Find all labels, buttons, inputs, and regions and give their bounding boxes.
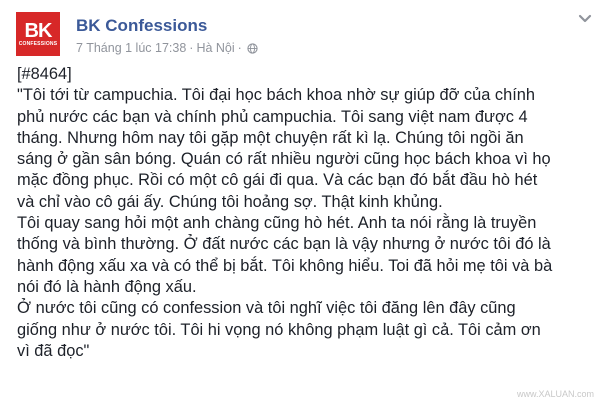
- logo-mark: BK: [24, 19, 53, 42]
- post-line: mặc đồng phục. Rồi có một cô gái đi qua.…: [17, 171, 538, 190]
- facebook-post: BK CONFESSIONS BK Confessions 7 Tháng 1 …: [0, 0, 600, 401]
- meta-separator: ·: [189, 41, 194, 55]
- page-name-link[interactable]: BK Confessions: [76, 16, 207, 36]
- post-line: hành động xấu xa và có thể bị bắt. Tôi k…: [17, 256, 553, 275]
- post-timestamp[interactable]: 7 Tháng 1 lúc 17:38: [76, 41, 186, 55]
- post-line: Tôi quay sang hỏi một anh chàng cũng hò …: [17, 214, 537, 233]
- post-body: [#8464] "Tôi tới từ campuchia. Tôi đại h…: [17, 64, 595, 362]
- post-line: "Tôi tới từ campuchia. Tôi đại học bách …: [17, 86, 536, 105]
- post-line: thống và bình thường. Ở đất nước các bạn…: [17, 235, 551, 254]
- logo-subtitle: CONFESSIONS: [18, 40, 58, 47]
- chevron-down-icon[interactable]: [578, 14, 592, 24]
- post-line: vì đã đọc": [17, 341, 90, 360]
- post-line: giống như ở nước tôi. Tôi hi vọng nó khô…: [17, 320, 541, 339]
- post-meta: 7 Tháng 1 lúc 17:38 · Hà Nội ·: [76, 41, 258, 55]
- globe-icon[interactable]: [247, 42, 258, 54]
- post-location[interactable]: Hà Nội: [196, 41, 234, 55]
- post-line: và chỉ vào cô gái ấy. Chúng tôi hoảng sợ…: [17, 192, 443, 211]
- post-line: [#8464]: [17, 65, 72, 83]
- post-line: nói đó là hành động xấu.: [17, 277, 197, 296]
- post-line: phủ nước các bạn và chính phủ campuchia.…: [17, 107, 528, 126]
- watermark: www.XALUAN.com: [516, 389, 594, 399]
- meta-separator-2: ·: [237, 41, 242, 55]
- page-avatar-logo[interactable]: BK CONFESSIONS: [16, 12, 60, 56]
- post-line: sáng ở gần sân bóng. Quán có rất nhiều n…: [17, 150, 551, 169]
- post-line: tháng. Nhưng hôm nay tôi gặp một chuyện …: [17, 128, 524, 147]
- post-line: Ở nước tôi cũng có confession và tôi ngh…: [17, 299, 516, 318]
